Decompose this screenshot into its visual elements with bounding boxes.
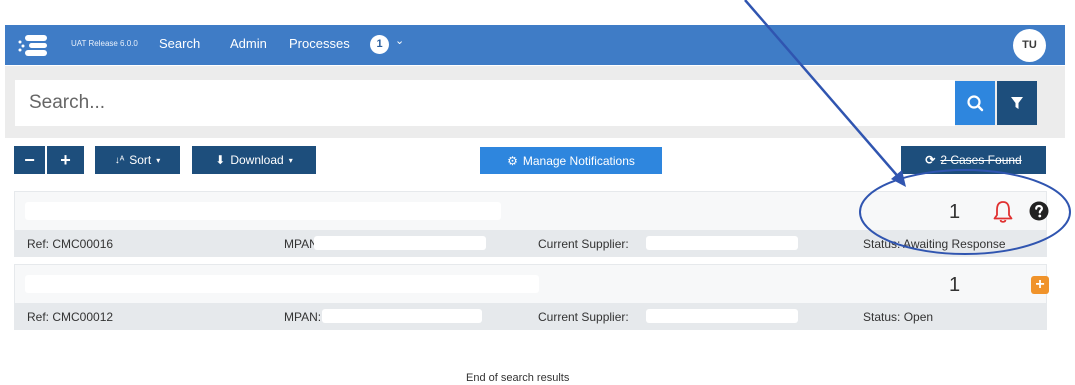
filter-button[interactable] (997, 81, 1037, 125)
help-icon[interactable] (1029, 201, 1049, 221)
expand-all-button[interactable]: + (47, 146, 84, 174)
download-button[interactable]: ⬇ Download ▾ (192, 146, 316, 174)
end-of-results-text: End of search results (466, 372, 570, 384)
minus-label: − (24, 149, 35, 170)
page: { "navbar": { "release_label": "UAT Rele… (0, 0, 1075, 385)
sort-icon: ↓ᴬ (114, 154, 125, 166)
cases-found-button[interactable]: ⟳ 2 Cases Found (901, 146, 1046, 174)
redacted-mpan (314, 236, 486, 250)
ref-text: Ref: CMC00012 (27, 310, 114, 324)
bell-icon[interactable] (992, 199, 1014, 225)
result-count: 1 (949, 274, 961, 296)
nav-admin-link[interactable]: Admin (230, 36, 267, 51)
processes-count-badge[interactable]: 1 (370, 35, 389, 54)
search-icon (967, 95, 984, 112)
search-bar (5, 66, 1065, 138)
plus-label: + (60, 149, 71, 170)
result-card-details: Ref: CMC00016 MPAN: 1 Current Supplier: … (14, 231, 1047, 257)
add-icon[interactable]: + (1031, 276, 1049, 294)
redacted-title (25, 275, 539, 293)
chevron-down-icon[interactable]: ⌄ (395, 34, 404, 47)
gear-icon: ⚙ (507, 153, 518, 168)
release-label: UAT Release 6.0.0 (71, 39, 138, 48)
manage-notifications-button[interactable]: ⚙ Manage Notifications (480, 147, 662, 174)
redacted-title (25, 202, 501, 220)
status-text: Status: Awaiting Response (863, 237, 1006, 251)
caret-down-icon: ▾ (156, 155, 161, 165)
ref-text: Ref: CMC00016 (27, 237, 114, 251)
nav-search-link[interactable]: Search (159, 36, 200, 51)
caret-down-icon: ▾ (288, 155, 293, 165)
nav-processes-link[interactable]: Processes (289, 36, 350, 51)
top-navbar: UAT Release 6.0.0 Search Admin Processes… (5, 25, 1065, 65)
mpan-text: MPAN: (284, 310, 322, 324)
cases-found-label: 2 Cases Found (940, 153, 1022, 167)
user-avatar[interactable]: TU (1013, 29, 1046, 62)
result-card-header[interactable]: 1 + (14, 264, 1049, 304)
refresh-icon: ⟳ (925, 153, 936, 167)
status-text: Status: Open (863, 310, 934, 324)
result-card-header[interactable]: 1 (14, 191, 1049, 231)
download-label: Download (230, 153, 284, 167)
result-card-details: Ref: CMC00012 MPAN: Current Supplier: St… (14, 304, 1047, 330)
supplier-text: Current Supplier: (538, 237, 629, 251)
collapse-all-button[interactable]: − (14, 146, 46, 174)
supplier-text: Current Supplier: (538, 310, 629, 324)
notifications-label: Manage Notifications (522, 153, 635, 168)
filter-icon (1011, 97, 1023, 109)
redacted-supplier (646, 309, 798, 323)
result-count: 1 (949, 201, 961, 223)
app-logo-icon[interactable] (17, 33, 53, 57)
sort-button[interactable]: ↓ᴬ Sort ▾ (95, 146, 180, 174)
redacted-mpan (322, 309, 482, 323)
search-button[interactable] (955, 81, 995, 125)
download-icon: ⬇ (215, 153, 226, 167)
sort-label: Sort (129, 153, 152, 167)
redacted-supplier (646, 236, 798, 250)
search-input[interactable] (15, 80, 955, 126)
